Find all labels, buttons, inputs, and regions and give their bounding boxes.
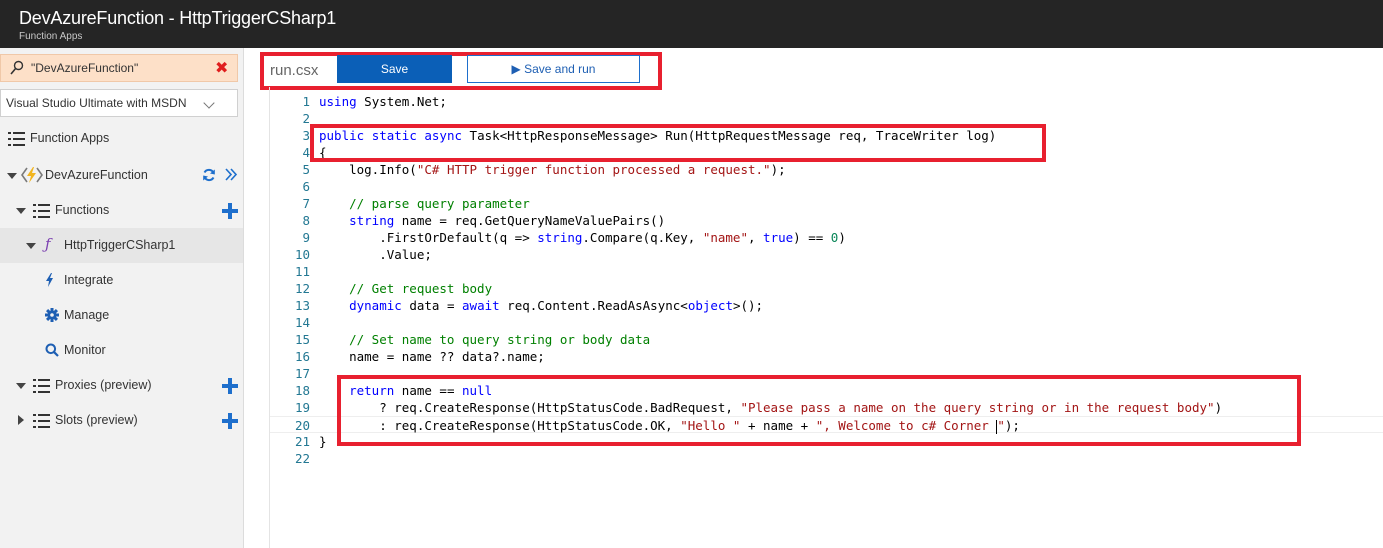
sidebar-item-label: HttpTriggerCSharp1 — [64, 238, 176, 252]
code-line: 11 — [294, 264, 310, 279]
magnifier-icon — [45, 343, 59, 357]
code-line: 16 name = name ?? data?.name; — [294, 349, 545, 364]
add-function-icon[interactable] — [222, 203, 238, 219]
sidebar-item-slots[interactable]: Slots (preview) — [0, 403, 243, 438]
sidebar-item-functions[interactable]: Functions — [0, 193, 243, 228]
search-icon — [10, 60, 24, 75]
expand-arrow-icon[interactable] — [7, 173, 17, 179]
search-filter[interactable]: "DevAzureFunction" ✖ — [0, 54, 238, 82]
page-title: DevAzureFunction - HttpTriggerCSharp1 — [19, 8, 337, 28]
clear-search-icon[interactable]: ✖ — [215, 58, 228, 78]
expand-arrow-icon[interactable] — [26, 243, 36, 249]
sidebar-item-label: Function Apps — [30, 131, 110, 145]
subscription-select[interactable]: Visual Studio Ultimate with MSDN — [0, 89, 238, 117]
lightning-icon — [46, 273, 53, 287]
sidebar-item-proxies[interactable]: Proxies (preview) — [0, 368, 243, 403]
code-line: 9 .FirstOrDefault(q => string.Compare(q.… — [302, 230, 846, 245]
save-and-run-label: Save and run — [524, 62, 596, 76]
code-line: 13 dynamic data = await req.Content.Read… — [294, 298, 764, 313]
sidebar-item-monitor[interactable]: Monitor — [0, 333, 243, 368]
refresh-icon[interactable] — [202, 168, 216, 182]
save-button[interactable]: Save — [337, 55, 452, 83]
sidebar-item-label: Proxies (preview) — [55, 378, 152, 392]
code-line: 5 log.Info("C# HTTP trigger function pro… — [302, 162, 786, 177]
subscription-value: Visual Studio Ultimate with MSDN — [6, 96, 187, 110]
sidebar-item-label: Functions — [55, 203, 110, 217]
save-and-run-button[interactable]: ▶ Save and run — [467, 55, 640, 83]
code-line: 15 // Set name to query string or body d… — [294, 332, 651, 347]
sidebar-item-label: Manage — [64, 308, 110, 322]
code-line: 1 using System.Net; — [302, 94, 447, 109]
signature-highlight-box — [310, 124, 1046, 162]
list-icon — [33, 379, 50, 393]
return-highlight-box — [337, 375, 1301, 446]
sidebar-item-devazurefunction[interactable]: DevAzureFunction — [0, 158, 243, 193]
search-value: "DevAzureFunction" — [31, 61, 139, 75]
sidebar-item-httptriggercsharp1[interactable]: ƒ HttpTriggerCSharp1 — [0, 228, 243, 263]
gear-icon — [45, 308, 59, 322]
sidebar-item-integrate[interactable]: Integrate — [0, 263, 243, 298]
page-subtitle: Function Apps — [19, 31, 83, 42]
file-name: run.csx — [270, 62, 319, 79]
add-slot-icon[interactable] — [222, 413, 238, 429]
sidebar: "DevAzureFunction" ✖ Visual Studio Ultim… — [0, 48, 244, 548]
sidebar-item-manage[interactable]: Manage — [0, 298, 243, 333]
expand-arrow-icon[interactable] — [18, 415, 24, 425]
function-icon: ƒ — [45, 235, 51, 253]
expand-arrow-icon[interactable] — [16, 383, 26, 389]
sidebar-item-label: Slots (preview) — [55, 413, 138, 427]
play-icon: ▶ — [511, 62, 521, 76]
code-line: 12 // Get request body — [294, 281, 493, 296]
code-line: 7 // parse query parameter — [302, 196, 530, 211]
double-chevron-right-icon[interactable] — [225, 168, 238, 181]
code-line: 10 .Value; — [294, 247, 432, 262]
sidebar-item-label: Monitor — [64, 343, 106, 357]
code-line: 8 string name = req.GetQueryNameValuePai… — [302, 213, 666, 228]
top-bar: DevAzureFunction - HttpTriggerCSharp1 Fu… — [0, 0, 1383, 48]
code-line: 22 — [294, 451, 310, 466]
expand-arrow-icon[interactable] — [16, 208, 26, 214]
sidebar-item-label: DevAzureFunction — [45, 168, 148, 182]
list-icon — [33, 204, 50, 218]
sidebar-item-function-apps[interactable]: Function Apps — [0, 121, 243, 156]
list-icon — [33, 414, 50, 428]
code-line: 14 — [294, 315, 310, 330]
chevron-down-icon — [203, 97, 215, 109]
function-app-icon — [21, 167, 43, 183]
code-line: 6 — [302, 179, 310, 194]
sidebar-item-label: Integrate — [64, 273, 114, 287]
list-icon — [8, 132, 25, 146]
add-proxy-icon[interactable] — [222, 378, 238, 394]
